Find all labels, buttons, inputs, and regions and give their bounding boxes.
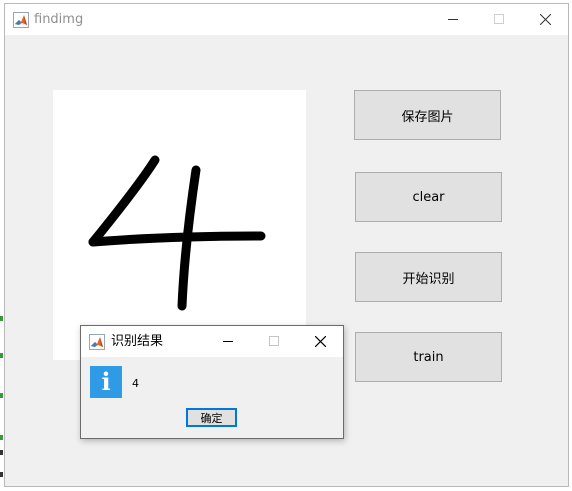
editor-fragment: [0, 353, 3, 358]
drawing-canvas[interactable]: [53, 90, 306, 360]
clear-button[interactable]: clear: [355, 172, 502, 222]
result-dialog: 识别结果 i 4 确定: [80, 325, 344, 439]
editor-fragment: [0, 435, 3, 440]
dialog-titlebar[interactable]: 识别结果: [81, 326, 343, 357]
dialog-maximize-button[interactable]: [253, 326, 297, 357]
train-button[interactable]: train: [355, 332, 502, 382]
close-icon: [315, 336, 326, 347]
matlab-icon: [13, 12, 29, 28]
minimize-icon: [448, 19, 458, 20]
info-icon: i: [90, 366, 122, 398]
start-recognition-button[interactable]: 开始识别: [355, 252, 502, 302]
dialog-minimize-button[interactable]: [207, 326, 251, 357]
window-title: findimg: [34, 12, 84, 27]
editor-fragment: [0, 450, 3, 455]
info-glyph: i: [101, 367, 111, 396]
minimize-icon: [223, 341, 233, 342]
desktop: findimg 保存图片 clear 开始识别 train 识别结果 i 4 确…: [0, 0, 572, 491]
editor-fragment: [0, 472, 3, 477]
main-titlebar[interactable]: findimg: [5, 4, 568, 35]
maximize-icon: [269, 336, 279, 346]
matlab-icon: [89, 334, 105, 350]
save-image-button[interactable]: 保存图片: [354, 90, 501, 140]
dialog-title: 识别结果: [111, 334, 164, 349]
dialog-message: 4: [132, 377, 139, 390]
editor-fragment: [0, 316, 3, 321]
dialog-close-button[interactable]: [299, 326, 343, 357]
ok-button[interactable]: 确定: [186, 408, 237, 427]
close-button[interactable]: [522, 4, 568, 35]
maximize-icon: [494, 14, 504, 24]
maximize-button[interactable]: [476, 4, 522, 35]
handwritten-digit: [88, 155, 266, 311]
close-icon: [540, 14, 551, 25]
minimize-button[interactable]: [430, 4, 476, 35]
editor-fragment: [0, 393, 3, 398]
